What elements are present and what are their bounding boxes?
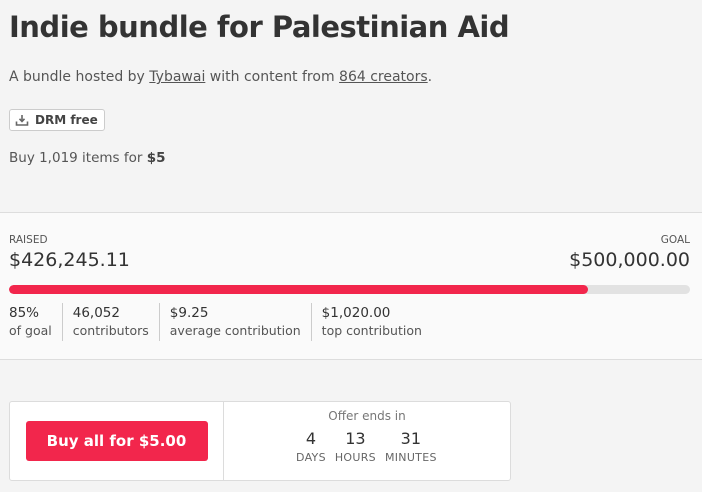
subtitle-suffix: . <box>427 69 433 85</box>
stat-label: contributors <box>72 323 149 338</box>
download-tray-icon <box>15 114 29 127</box>
subtitle-middle: with content from <box>209 69 335 85</box>
buy-summary: Buy 1,019 items for $5 <box>9 150 166 166</box>
countdown-hours: 13 HOURS <box>335 429 376 464</box>
raised-label: RAISED <box>9 234 48 246</box>
countdown-minutes: 31 MINUTES <box>385 429 437 464</box>
bundle-subtitle: A bundle hosted by Tybawai with content … <box>9 69 432 85</box>
countdown-unit: DAYS <box>296 451 326 464</box>
offer-countdown: Offer ends in 4 DAYS 13 HOURS 31 MINUTES <box>224 402 510 480</box>
stat-value: $9.25 <box>169 305 209 321</box>
creators-link[interactable]: 864 creators <box>339 69 428 85</box>
drm-free-badge: DRM free <box>9 109 105 131</box>
stat-contributors: 46,052 contributors <box>61 303 159 341</box>
buy-summary-prefix: Buy 1,019 items for <box>9 150 143 166</box>
countdown-unit: HOURS <box>334 451 376 464</box>
fundraising-panel: RAISED GOAL $426,245.11 $500,000.00 85% … <box>0 212 702 360</box>
stat-top-contribution: $1,020.00 top contribution <box>310 303 432 341</box>
countdown-value: 31 <box>400 429 422 448</box>
countdown-value: 13 <box>345 429 366 448</box>
page-title: Indie bundle for Palestinian Aid <box>9 10 510 44</box>
stat-label: top contribution <box>321 323 422 338</box>
progress-bar-fill <box>9 285 588 294</box>
stats-row: 85% of goal 46,052 contributors $9.25 av… <box>9 303 432 341</box>
offer-ends-label: Offer ends in <box>328 409 406 423</box>
buy-summary-price: $5 <box>146 150 166 166</box>
stat-value: 46,052 <box>72 305 120 321</box>
stat-value: $1,020.00 <box>321 305 391 321</box>
stat-label: of goal <box>9 323 52 338</box>
progress-bar <box>9 285 690 294</box>
stat-label: average contribution <box>169 323 301 338</box>
stat-value: 85% <box>9 305 40 321</box>
bundle-header: Indie bundle for Palestinian Aid A bundl… <box>0 0 702 212</box>
countdown-unit: MINUTES <box>384 451 437 464</box>
buy-all-button[interactable]: Buy all for $5.00 <box>25 421 208 461</box>
host-link[interactable]: Tybawai <box>149 69 205 85</box>
drm-badge-label: DRM free <box>35 113 98 127</box>
buy-section: Buy all for $5.00 <box>10 402 224 480</box>
raised-amount: $426,245.11 <box>9 249 130 271</box>
goal-amount: $500,000.00 <box>569 249 690 271</box>
stat-average-contribution: $9.25 average contribution <box>158 303 311 341</box>
subtitle-prefix: A bundle hosted by <box>9 69 145 85</box>
countdown-days: 4 DAYS <box>296 429 326 464</box>
goal-label: GOAL <box>660 234 690 246</box>
countdown-timer: 4 DAYS 13 HOURS 31 MINUTES <box>296 429 446 464</box>
countdown-value: 4 <box>305 429 317 448</box>
stat-percent-of-goal: 85% of goal <box>9 303 62 341</box>
purchase-card: Buy all for $5.00 Offer ends in 4 DAYS 1… <box>9 401 511 481</box>
